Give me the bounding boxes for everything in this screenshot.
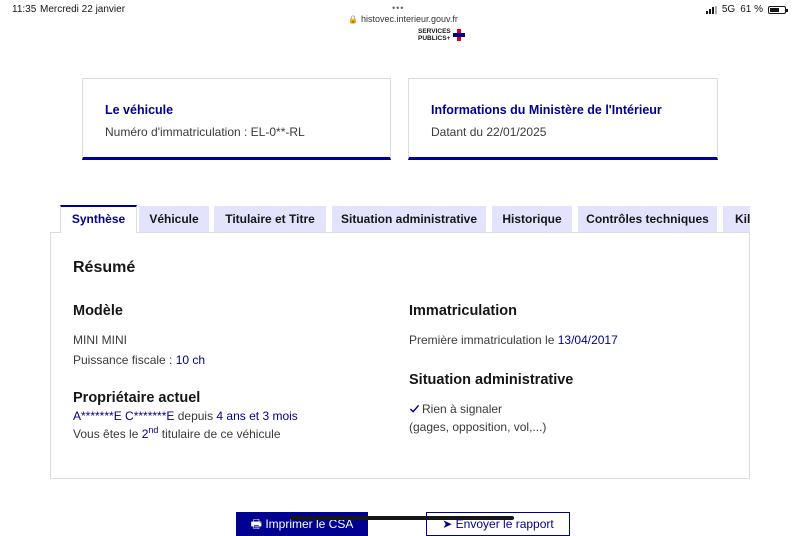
services-publics-logo: SERVICES PUBLICS+ bbox=[418, 28, 465, 42]
network-type: 5G bbox=[721, 4, 736, 15]
first-registration: Première immatriculation le 13/04/2017 bbox=[409, 333, 618, 347]
tab-synthese[interactable]: Synthèse bbox=[60, 205, 137, 233]
check-icon bbox=[409, 404, 420, 413]
vehicle-card-title: Le véhicule bbox=[105, 103, 174, 117]
plate-number: Numéro d'immatriculation : EL-0**-RL bbox=[105, 125, 305, 139]
status-time: 11:35 bbox=[12, 4, 37, 15]
lock-icon: 🔒 bbox=[348, 15, 358, 24]
signal-icon bbox=[705, 5, 717, 14]
address-bar[interactable]: 🔒 histovec.interieur.gouv.fr bbox=[348, 14, 458, 24]
ministry-date: Datant du 22/01/2025 bbox=[431, 125, 547, 139]
vehicle-card: Le véhicule Numéro d'immatriculation : E… bbox=[82, 78, 391, 160]
fiscal-power: Puissance fiscale : 10 ch bbox=[73, 353, 205, 367]
tab-situation-administrative[interactable]: Situation administrative bbox=[332, 206, 486, 233]
battery-percent: 61 % bbox=[740, 4, 763, 15]
status-indicators: 5G 61 % bbox=[705, 4, 788, 15]
admin-detail: (gages, opposition, vol,...) bbox=[409, 420, 547, 434]
url-text: histovec.interieur.gouv.fr bbox=[360, 14, 458, 24]
owner-heading: Propriétaire actuel bbox=[73, 390, 201, 406]
first-registration-label: Première immatriculation le bbox=[409, 333, 558, 347]
fiscal-power-value: 10 ch bbox=[175, 353, 206, 367]
synthese-panel: Résumé Modèle MINI MINI Puissance fiscal… bbox=[50, 232, 750, 479]
admin-status: Rien à signaler bbox=[409, 402, 502, 416]
tab-titulaire[interactable]: Titulaire et Titre bbox=[214, 206, 326, 233]
logo-line2: PUBLICS+ bbox=[418, 35, 451, 42]
owner-rank-prefix: Vous êtes le bbox=[73, 427, 142, 441]
multitask-dots-icon[interactable]: ••• bbox=[392, 3, 404, 13]
owner-rank-sup: nd bbox=[148, 425, 159, 435]
printer-icon: 🖶 bbox=[250, 517, 262, 531]
logo-line1: SERVICES bbox=[418, 28, 451, 35]
logo-line2-text: PUBLICS bbox=[418, 35, 447, 42]
owner-rank-number: 2nd bbox=[142, 425, 159, 441]
tab-vehicule[interactable]: Véhicule bbox=[139, 206, 209, 233]
status-bar: 11:35 Mercredi 22 janvier ••• 🔒 histovec.… bbox=[0, 0, 800, 24]
owner-since-value: 4 ans et 3 mois bbox=[216, 409, 298, 423]
registration-heading: Immatriculation bbox=[409, 303, 517, 319]
fiscal-power-label: Puissance fiscale : bbox=[73, 353, 176, 367]
battery-icon bbox=[768, 5, 788, 14]
first-registration-date: 13/04/2017 bbox=[557, 333, 618, 347]
status-date: Mercredi 22 janvier bbox=[40, 4, 126, 15]
admin-status-text: Rien à signaler bbox=[422, 402, 503, 416]
tab-historique[interactable]: Historique bbox=[492, 206, 572, 233]
services-publics-plus-icon bbox=[453, 29, 465, 41]
owner-info: A*******E C*******E depuis 4 ans et 3 mo… bbox=[73, 409, 298, 423]
ministry-card: Informations du Ministère de l'Intérieur… bbox=[408, 78, 718, 160]
summary-title: Résumé bbox=[73, 259, 136, 276]
owner-rank-suffix: titulaire de ce véhicule bbox=[158, 427, 281, 441]
model-heading: Modèle bbox=[73, 303, 123, 319]
tab-controles-techniques[interactable]: Contrôles techniques bbox=[578, 206, 717, 233]
owner-rank: Vous êtes le 2nd titulaire de ce véhicul… bbox=[73, 425, 281, 441]
ministry-card-title: Informations du Ministère de l'Intérieur bbox=[431, 103, 662, 117]
tab-bar: Synthèse Véhicule Titulaire et Titre Sit… bbox=[60, 205, 750, 233]
model-name: MINI MINI bbox=[73, 333, 127, 347]
admin-heading: Situation administrative bbox=[409, 372, 574, 388]
home-indicator[interactable] bbox=[290, 516, 514, 520]
tab-kilometrage[interactable]: Kilo bbox=[723, 206, 750, 233]
owner-name: A*******E C*******E bbox=[73, 409, 175, 423]
owner-since-label: depuis bbox=[174, 409, 217, 423]
